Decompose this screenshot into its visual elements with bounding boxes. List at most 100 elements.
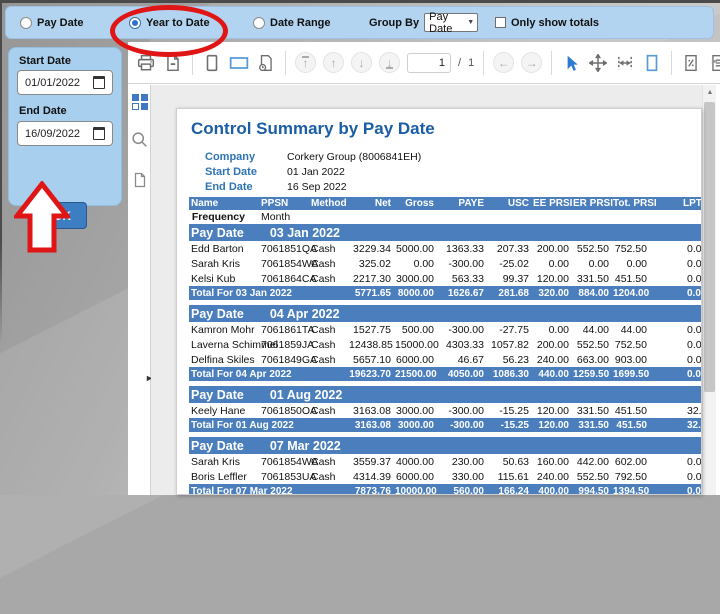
radio-button-icon[interactable] bbox=[253, 17, 265, 29]
report-cell: USC bbox=[486, 197, 531, 210]
landscape-view-icon[interactable] bbox=[229, 53, 249, 73]
report-cell: 0.00 bbox=[649, 484, 702, 495]
frequency-row: FrequencyMonth bbox=[189, 210, 702, 224]
previous-page-icon[interactable]: ↑ bbox=[323, 52, 344, 73]
back-icon[interactable]: ← bbox=[493, 52, 514, 73]
pay-date-band-row: Pay Date07 Mar 2022 bbox=[189, 437, 702, 454]
report-cell: 320.00 bbox=[531, 286, 571, 300]
report-cell: 200.00 bbox=[531, 241, 571, 256]
report-cell: 752.50 bbox=[611, 241, 649, 256]
toolbar-separator bbox=[551, 51, 552, 75]
only-show-totals[interactable]: Only show totals bbox=[495, 7, 599, 38]
last-page-icon[interactable]: ↓ bbox=[379, 52, 400, 73]
select-cursor-icon[interactable] bbox=[561, 53, 581, 73]
radio-pay-date[interactable]: Pay Date bbox=[20, 7, 83, 38]
report-row: Boris Leffler7061853UACash4314.396000.00… bbox=[189, 469, 702, 484]
report-cell: 160.00 bbox=[531, 454, 571, 469]
single-page-icon[interactable] bbox=[642, 53, 662, 73]
report-cell: Laverna Schimmel bbox=[189, 337, 259, 352]
report-cell: 1394.50 bbox=[611, 484, 649, 495]
report-cell: 240.00 bbox=[531, 469, 571, 484]
page-number-input[interactable] bbox=[407, 53, 451, 73]
scrollbar-thumb[interactable] bbox=[704, 102, 715, 392]
page-setup-icon[interactable] bbox=[256, 53, 276, 73]
pay-date-band-date: 07 Mar 2022 bbox=[270, 439, 341, 453]
report-start-date-value: 01 Jan 2022 bbox=[287, 166, 345, 178]
toolbar-overflow-icon[interactable]: ► bbox=[710, 56, 719, 66]
report-cell: 32.1 bbox=[649, 403, 702, 418]
report-cell: 563.33 bbox=[436, 271, 486, 286]
report-row: Kelsi Kub7061864CACash2217.303000.00563.… bbox=[189, 271, 702, 286]
document-outline-icon[interactable] bbox=[131, 171, 148, 188]
first-page-icon[interactable]: ↑ bbox=[295, 52, 316, 73]
report-cell: 4314.39 bbox=[347, 469, 393, 484]
report-viewer: ↑ ↑ ↓ ↓ / 1 ← → bbox=[128, 42, 720, 495]
calendar-icon[interactable] bbox=[93, 127, 105, 140]
company-value: Corkery Group (8006841EH) bbox=[287, 151, 421, 163]
report-cell: 0.00 bbox=[531, 256, 571, 271]
fit-width-icon[interactable] bbox=[615, 53, 635, 73]
pay-date-band-date: 04 Apr 2022 bbox=[270, 307, 340, 321]
toolbar-separator bbox=[671, 51, 672, 75]
report-cell: 884.00 bbox=[571, 286, 611, 300]
report-cell: 903.00 bbox=[611, 352, 649, 367]
report-cell: 0.00 bbox=[649, 286, 702, 300]
radio-year-to-date[interactable]: Year to Date bbox=[129, 7, 210, 38]
ok-button[interactable]: OK bbox=[37, 202, 87, 229]
report-cell: 663.00 bbox=[571, 352, 611, 367]
report-cell: 1086.30 bbox=[486, 367, 531, 381]
report-cell: Total For 03 Jan 2022 bbox=[189, 286, 347, 300]
report-title: Control Summary by Pay Date bbox=[191, 119, 435, 139]
report-cell: 1699.50 bbox=[611, 367, 649, 381]
forward-icon[interactable]: → bbox=[521, 52, 542, 73]
start-date-label: Start Date bbox=[19, 55, 71, 67]
report-cell: 0.00 bbox=[649, 469, 702, 484]
group-by-select[interactable]: Pay Date ▼ bbox=[424, 13, 478, 32]
report-cell: Total For 01 Aug 2022 bbox=[189, 418, 347, 432]
portrait-view-icon[interactable] bbox=[202, 53, 222, 73]
next-page-icon[interactable]: ↓ bbox=[351, 52, 372, 73]
report-cell: 3163.08 bbox=[347, 403, 393, 418]
zoom-page-icon[interactable] bbox=[681, 53, 701, 73]
scroll-up-icon[interactable]: ▲ bbox=[703, 85, 717, 100]
report-cell: Gross bbox=[393, 197, 436, 210]
calendar-icon[interactable] bbox=[93, 76, 105, 89]
report-table: NamePPSNMethodNetGrossPAYEUSCEE PRSIER P… bbox=[189, 197, 702, 495]
report-cell: Name bbox=[189, 197, 259, 210]
report-cell: Cash bbox=[309, 322, 347, 337]
export-icon[interactable] bbox=[163, 53, 183, 73]
vertical-scrollbar[interactable]: ▲ bbox=[702, 85, 716, 495]
pay-date-band-row: Pay Date03 Jan 2022 bbox=[189, 224, 702, 241]
report-cell: 0.00 bbox=[649, 322, 702, 337]
report-cell: Total For 07 Mar 2022 bbox=[189, 484, 347, 495]
report-cell: Kelsi Kub bbox=[189, 271, 259, 286]
search-icon[interactable] bbox=[131, 131, 148, 148]
start-date-input[interactable]: 01/01/2022 bbox=[17, 70, 113, 95]
report-cell: 7061864CA bbox=[259, 271, 309, 286]
report-cell: 0.00 bbox=[611, 256, 649, 271]
report-cell: Kamron Mohr bbox=[189, 322, 259, 337]
viewer-side-strip: ► bbox=[128, 85, 151, 495]
report-cell: 3000.00 bbox=[393, 271, 436, 286]
end-date-input[interactable]: 16/09/2022 bbox=[17, 121, 113, 146]
radio-button-icon-checked[interactable] bbox=[129, 17, 141, 29]
thumbnails-icon[interactable] bbox=[131, 93, 148, 110]
report-cell: Pay Date01 Aug 2022 bbox=[189, 386, 702, 403]
report-cell: 7061854WA bbox=[259, 454, 309, 469]
report-cell: 7873.76 bbox=[347, 484, 393, 495]
report-cell: Pay Date03 Jan 2022 bbox=[189, 224, 702, 241]
report-cell: 4000.00 bbox=[393, 454, 436, 469]
report-end-date-value: 16 Sep 2022 bbox=[287, 181, 347, 193]
report-cell: -300.00 bbox=[436, 403, 486, 418]
checkbox-icon[interactable] bbox=[495, 17, 506, 28]
radio-date-range[interactable]: Date Range bbox=[253, 7, 331, 38]
report-cell: Pay Date04 Apr 2022 bbox=[189, 305, 702, 322]
report-cell: 7061854WA bbox=[259, 256, 309, 271]
report-cell: 451.50 bbox=[611, 418, 649, 432]
pan-icon[interactable] bbox=[588, 53, 608, 73]
print-icon[interactable] bbox=[136, 53, 156, 73]
report-cell: 5771.65 bbox=[347, 286, 393, 300]
report-cell: Cash bbox=[309, 403, 347, 418]
radio-button-icon[interactable] bbox=[20, 17, 32, 29]
report-cell: 752.50 bbox=[611, 337, 649, 352]
